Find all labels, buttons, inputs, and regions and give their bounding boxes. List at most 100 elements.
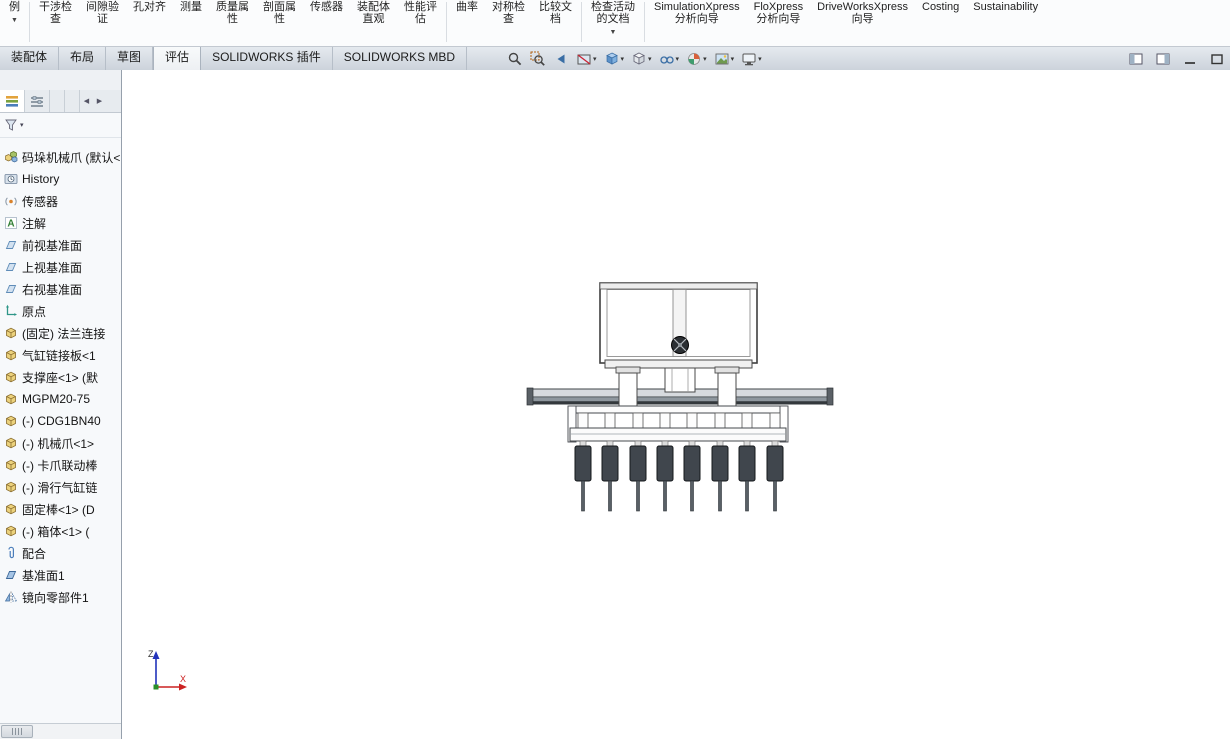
model-top-frame[interactable] (599, 282, 758, 369)
model-gripper-fingers[interactable] (574, 440, 784, 512)
tree-item-sliding-cylinder-link[interactable]: (-) 滑行气缸链 (0, 476, 121, 498)
maximize-button[interactable] (1208, 50, 1226, 68)
tree-item-mgpm20-75[interactable]: MGPM20-75 (0, 388, 121, 410)
ribbon-button-label: 质量属 性 (216, 1, 249, 25)
tab-evaluate[interactable]: 评估 (153, 47, 202, 70)
ribbon-button-label: Sustainability (973, 1, 1039, 13)
tab-solidworks-addins[interactable]: SOLIDWORKS 插件 (201, 47, 333, 70)
ribbon-button-floxpress[interactable]: FloXpress 分析向导 (747, 0, 811, 25)
dimxpert-tab[interactable] (65, 90, 80, 112)
tree-item-fixed-rod[interactable]: 固定棒<1> (D (0, 498, 121, 520)
model-left-post[interactable] (615, 366, 641, 407)
configurationmanager-tab[interactable] (50, 90, 65, 112)
previous-view-icon (557, 54, 565, 63)
model-center-column[interactable] (664, 367, 696, 393)
tree-item-mirror-component[interactable]: 镜向零部件1 (0, 586, 121, 608)
scrollbar-thumb[interactable] (1, 725, 33, 738)
tree-item-claw-linkage-rod[interactable]: (-) 卡爪联动棒 (0, 454, 121, 476)
caret-down-icon: ▾ (703, 55, 707, 63)
annotations-icon: A (4, 216, 18, 230)
tree-item-front-plane[interactable]: 前视基准面 (0, 234, 121, 256)
zoom-to-area-button[interactable] (528, 50, 548, 68)
featuremanager-tab[interactable] (0, 90, 25, 112)
section-view-button[interactable]: ▾ (574, 50, 599, 68)
ribbon-button-simulationxpress[interactable]: SimulationXpress 分析向导 (647, 0, 747, 25)
tree-item-label: 配合 (22, 546, 47, 561)
tree-item-cdg1bn40[interactable]: (-) CDG1BN40 (0, 410, 121, 432)
ribbon-button-driveworksxpress[interactable]: DriveWorksXpress 向导 (810, 0, 915, 25)
ribbon-button-label: 比较文 档 (539, 1, 572, 25)
ribbon-button-compare-documents[interactable]: 比较文 档 (532, 0, 579, 25)
display-style-button[interactable]: ▾ (629, 50, 654, 68)
minimize-icon (1185, 61, 1195, 64)
zoom-to-fit-button[interactable] (505, 50, 525, 68)
tree-item-origin[interactable]: 原点 (0, 300, 121, 322)
tree-item-flange-connector[interactable]: (固定) 法兰连接 (0, 322, 121, 344)
tree-item-box-body[interactable]: (-) 箱体<1> ( (0, 520, 121, 542)
minimize-button[interactable] (1181, 50, 1199, 68)
tree-item-history[interactable]: History (0, 168, 121, 190)
command-manager-tab-bar: 装配体 布局 草图 评估 SOLIDWORKS 插件 SOLIDWORKS MB… (0, 46, 1230, 71)
model-swivel-joint[interactable] (671, 336, 689, 354)
ribbon-button-hole-alignment[interactable]: 孔对齐 (126, 0, 173, 13)
panel-tab-scroll-right[interactable]: ▶ (93, 90, 106, 112)
ribbon-button-sensor[interactable]: 传感器 (303, 0, 350, 13)
model-gripper-bracket[interactable] (567, 405, 789, 443)
pane-right-button[interactable] (1154, 50, 1172, 68)
hide-show-items-button[interactable]: ▾ (657, 50, 682, 68)
tree-item-support-seat[interactable]: 支撑座<1> (默 (0, 366, 121, 388)
tree-item-root-assembly[interactable]: 码垛机械爪 (默认< (0, 146, 121, 168)
model-right-post[interactable] (714, 366, 740, 407)
panel-tab-scroll-left[interactable]: ◀ (80, 90, 93, 112)
graphics-viewport[interactable]: Z X (122, 70, 1230, 739)
svg-text:A: A (7, 219, 14, 230)
edit-appearance-button[interactable]: ▾ (684, 50, 709, 68)
ribbon-button-measure[interactable]: 测量 (173, 0, 209, 13)
tab-sketch[interactable]: 草图 (106, 47, 154, 70)
view-orientation-icon (605, 52, 618, 65)
view-settings-button[interactable]: ▾ (739, 50, 764, 68)
tree-item-sensors[interactable]: 传感器 (0, 190, 121, 212)
cad-model-palletizing-gripper[interactable] (122, 70, 1230, 739)
part-icon (4, 326, 18, 340)
tree-item-cylinder-link-plate[interactable]: 气缸链接板<1 (0, 344, 121, 366)
assembly-icon (4, 150, 18, 164)
pane-left-button[interactable] (1127, 50, 1145, 68)
ribbon-button-assembly-visualization[interactable]: 装配体 直观 (350, 0, 397, 25)
ribbon-button-check-active-document[interactable]: 检查活动 的文档 ▼ (584, 0, 642, 36)
ribbon-button-costing[interactable]: Costing (915, 0, 966, 13)
maximize-icon (1211, 53, 1223, 64)
ribbon-button-sustainability[interactable]: Sustainability (966, 0, 1045, 13)
ribbon-button-section-properties[interactable]: 剖面属 性 (256, 0, 303, 25)
propertymanager-tab[interactable] (25, 90, 50, 112)
apply-scene-button[interactable]: ▾ (712, 50, 737, 68)
tab-layout[interactable]: 布局 (59, 47, 107, 70)
tree-item-label: 镜向零部件1 (22, 590, 89, 605)
triad-z-label: Z (148, 649, 154, 659)
tree-item-plane1[interactable]: 基准面1 (0, 564, 121, 586)
tree-item-annotations[interactable]: A 注解 (0, 212, 121, 234)
tree-item-mechanical-claw[interactable]: (-) 机械爪<1> (0, 432, 121, 454)
ribbon-button-performance-evaluation[interactable]: 性能评 估 (397, 0, 444, 25)
tab-assembly[interactable]: 装配体 (0, 47, 60, 70)
previous-view-button[interactable] (551, 50, 571, 68)
view-orientation-button[interactable]: ▾ (602, 50, 627, 68)
display-style-icon (633, 52, 645, 65)
orientation-triad: Z X (148, 649, 187, 691)
tree-horizontal-scrollbar[interactable] (0, 723, 121, 739)
tree-item-right-plane[interactable]: 右视基准面 (0, 278, 121, 300)
ribbon-button-curvature[interactable]: 曲率 (449, 0, 485, 13)
ribbon-button-partial-left[interactable]: 例 ▼ (2, 0, 27, 24)
caret-down-icon[interactable]: ▾ (20, 121, 24, 129)
ribbon-button-mass-properties[interactable]: 质量属 性 (209, 0, 256, 25)
caret-down-icon: ▾ (675, 55, 680, 63)
ribbon-button-label: DriveWorksXpress 向导 (817, 1, 908, 25)
ribbon-button-symmetry-check[interactable]: 对称检 查 (485, 0, 532, 25)
tree-item-top-plane[interactable]: 上视基准面 (0, 256, 121, 278)
ribbon-separator (29, 2, 30, 42)
ribbon-button-interference-check[interactable]: 干涉检 查 (32, 0, 79, 25)
tab-solidworks-mbd[interactable]: SOLIDWORKS MBD (333, 47, 468, 70)
ribbon-button-clearance-verification[interactable]: 间隙验 证 (79, 0, 126, 25)
tree-item-mates[interactable]: 配合 (0, 542, 121, 564)
filter-funnel-icon[interactable] (4, 118, 18, 132)
